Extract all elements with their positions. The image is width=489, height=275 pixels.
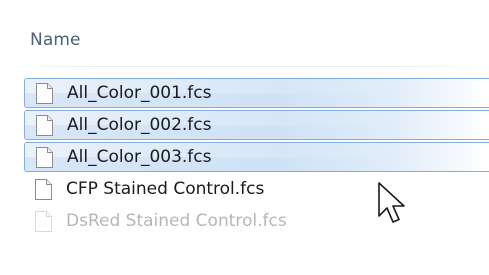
file-row-all-color-001[interactable]: All_Color_001.fcs — [24, 78, 489, 108]
document-icon — [35, 178, 52, 200]
file-name: CFP Stained Control.fcs — [66, 179, 265, 199]
file-list: All_Color_001.fcs All_Color_002.fcs All_… — [24, 78, 489, 238]
mouse-pointer-icon — [376, 180, 410, 228]
document-icon — [36, 146, 53, 168]
file-row-all-color-003[interactable]: All_Color_003.fcs — [24, 142, 489, 172]
file-name: All_Color_001.fcs — [67, 83, 212, 103]
file-explorer-pane: Name All_Color_001.fcs All_Color_002.fcs — [0, 0, 489, 275]
document-icon — [36, 82, 53, 104]
file-row-all-color-002[interactable]: All_Color_002.fcs — [24, 110, 489, 140]
document-icon — [35, 210, 52, 232]
file-name: All_Color_002.fcs — [67, 115, 212, 135]
file-name: DsRed Stained Control.fcs — [66, 211, 287, 231]
column-header-name[interactable]: Name — [30, 30, 81, 50]
document-icon — [36, 114, 53, 136]
file-row-cfp-stained-control[interactable]: CFP Stained Control.fcs — [24, 174, 489, 204]
header-divider — [0, 66, 489, 67]
file-name: All_Color_003.fcs — [67, 147, 212, 167]
file-row-dsred-stained-control[interactable]: DsRed Stained Control.fcs — [24, 206, 489, 236]
